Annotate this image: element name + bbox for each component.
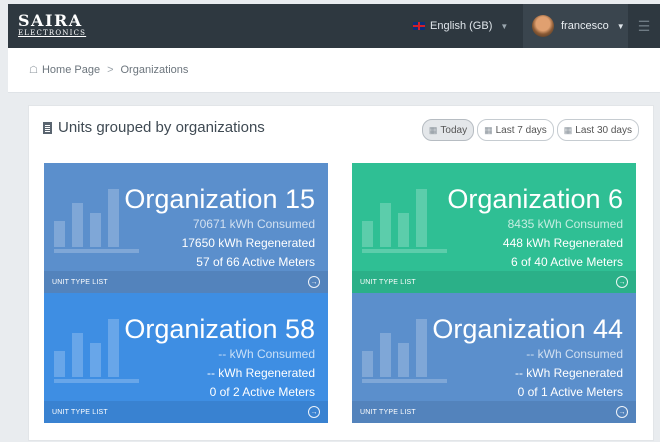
top-navbar: SAIRA ELECTRONICS English (GB) ▼ frances… — [8, 4, 660, 48]
chevron-down-icon: ▼ — [500, 21, 509, 31]
kwh-consumed: -- kWh Consumed — [218, 347, 315, 361]
unit-type-list-label: UNIT TYPE LIST — [360, 408, 416, 416]
today-label: Today — [440, 124, 468, 136]
kwh-consumed: 8435 kWh Consumed — [507, 217, 623, 231]
unit-type-list-link[interactable]: UNIT TYPE LIST → — [352, 271, 636, 293]
calendar-icon: ▦ — [428, 124, 438, 135]
kwh-consumed: 70671 kWh Consumed — [192, 217, 315, 231]
today-button[interactable]: ▦ Today — [421, 119, 475, 141]
language-selector[interactable]: English (GB) ▼ — [413, 4, 523, 48]
organization-name: Organization 15 — [124, 184, 315, 214]
username-label: francesco — [561, 20, 609, 32]
calendar-icon: ▦ — [563, 124, 573, 135]
unit-type-list-link[interactable]: UNIT TYPE LIST → — [352, 401, 636, 423]
breadcrumb-current: Organizations — [120, 64, 189, 76]
kwh-regenerated: -- kWh Regenerated — [514, 366, 623, 380]
user-menu[interactable]: francesco ▼ — [523, 4, 628, 48]
unit-type-list-link[interactable]: UNIT TYPE LIST → — [44, 271, 328, 293]
arrow-circle-right-icon: → — [308, 406, 320, 418]
menu-icon: ☰ — [637, 17, 651, 34]
organization-info: Organization 58 -- kWh Consumed -- kWh R… — [124, 314, 315, 402]
arrow-circle-right-icon: → — [616, 276, 628, 288]
last-30-days-button[interactable]: ▦ Last 30 days — [556, 119, 639, 141]
active-meters: 6 of 40 Active Meters — [510, 255, 623, 269]
language-label: English (GB) — [430, 20, 493, 32]
organization-card[interactable]: Organization 44 -- kWh Consumed -- kWh R… — [352, 293, 636, 423]
uk-flag-icon — [413, 22, 425, 30]
kwh-regenerated: 448 kWh Regenerated — [502, 236, 623, 250]
unit-type-list-label: UNIT TYPE LIST — [360, 278, 416, 286]
breadcrumb-home-link[interactable]: Home Page — [42, 64, 100, 76]
kwh-consumed: -- kWh Consumed — [526, 347, 623, 361]
organizations-panel: Units grouped by organizations ▦ Today ▦… — [28, 105, 654, 441]
organization-card[interactable]: Organization 6 8435 kWh Consumed 448 kWh… — [352, 163, 636, 293]
bar-chart-icon — [362, 187, 447, 253]
chevron-down-icon: ▼ — [616, 21, 625, 31]
unit-type-list-label: UNIT TYPE LIST — [52, 278, 108, 286]
arrow-circle-right-icon: → — [308, 276, 320, 288]
building-icon — [43, 121, 52, 134]
kwh-regenerated: 17650 kWh Regenerated — [181, 236, 315, 250]
home-icon: ☖ — [29, 64, 38, 76]
organization-info: Organization 44 -- kWh Consumed -- kWh R… — [432, 314, 623, 402]
organization-card[interactable]: Organization 15 70671 kWh Consumed 17650… — [44, 163, 328, 293]
brand-subtitle: ELECTRONICS — [18, 29, 87, 37]
organization-name: Organization 6 — [447, 184, 623, 214]
last-7-days-button[interactable]: ▦ Last 7 days — [477, 119, 554, 141]
active-meters: 0 of 1 Active Meters — [517, 385, 623, 399]
last-7-days-label: Last 7 days — [495, 124, 547, 136]
kwh-regenerated: -- kWh Regenerated — [206, 366, 315, 380]
active-meters: 57 of 66 Active Meters — [196, 255, 315, 269]
organization-info: Organization 6 8435 kWh Consumed 448 kWh… — [447, 184, 623, 272]
breadcrumb-separator: > — [107, 64, 114, 76]
last-30-days-label: Last 30 days — [575, 124, 632, 136]
unit-type-list-label: UNIT TYPE LIST — [52, 408, 108, 416]
menu-toggle-button[interactable]: ☰ — [628, 4, 660, 48]
arrow-circle-right-icon: → — [616, 406, 628, 418]
panel-title-text: Units grouped by organizations — [58, 119, 265, 136]
date-range-buttons: ▦ Today ▦ Last 7 days ▦ Last 30 days — [419, 119, 639, 141]
unit-type-list-link[interactable]: UNIT TYPE LIST → — [44, 401, 328, 423]
brand-name: SAIRA — [18, 11, 83, 30]
breadcrumb: ☖ Home Page > Organizations — [8, 48, 660, 93]
organization-name: Organization 58 — [124, 314, 315, 344]
panel-title: Units grouped by organizations — [43, 119, 265, 136]
active-meters: 0 of 2 Active Meters — [209, 385, 315, 399]
brand-logo[interactable]: SAIRA ELECTRONICS — [18, 13, 86, 38]
organization-name: Organization 44 — [432, 314, 623, 344]
organization-card[interactable]: Organization 58 -- kWh Consumed -- kWh R… — [44, 293, 328, 423]
avatar — [532, 15, 554, 37]
calendar-icon: ▦ — [484, 124, 493, 135]
organization-info: Organization 15 70671 kWh Consumed 17650… — [124, 184, 315, 272]
